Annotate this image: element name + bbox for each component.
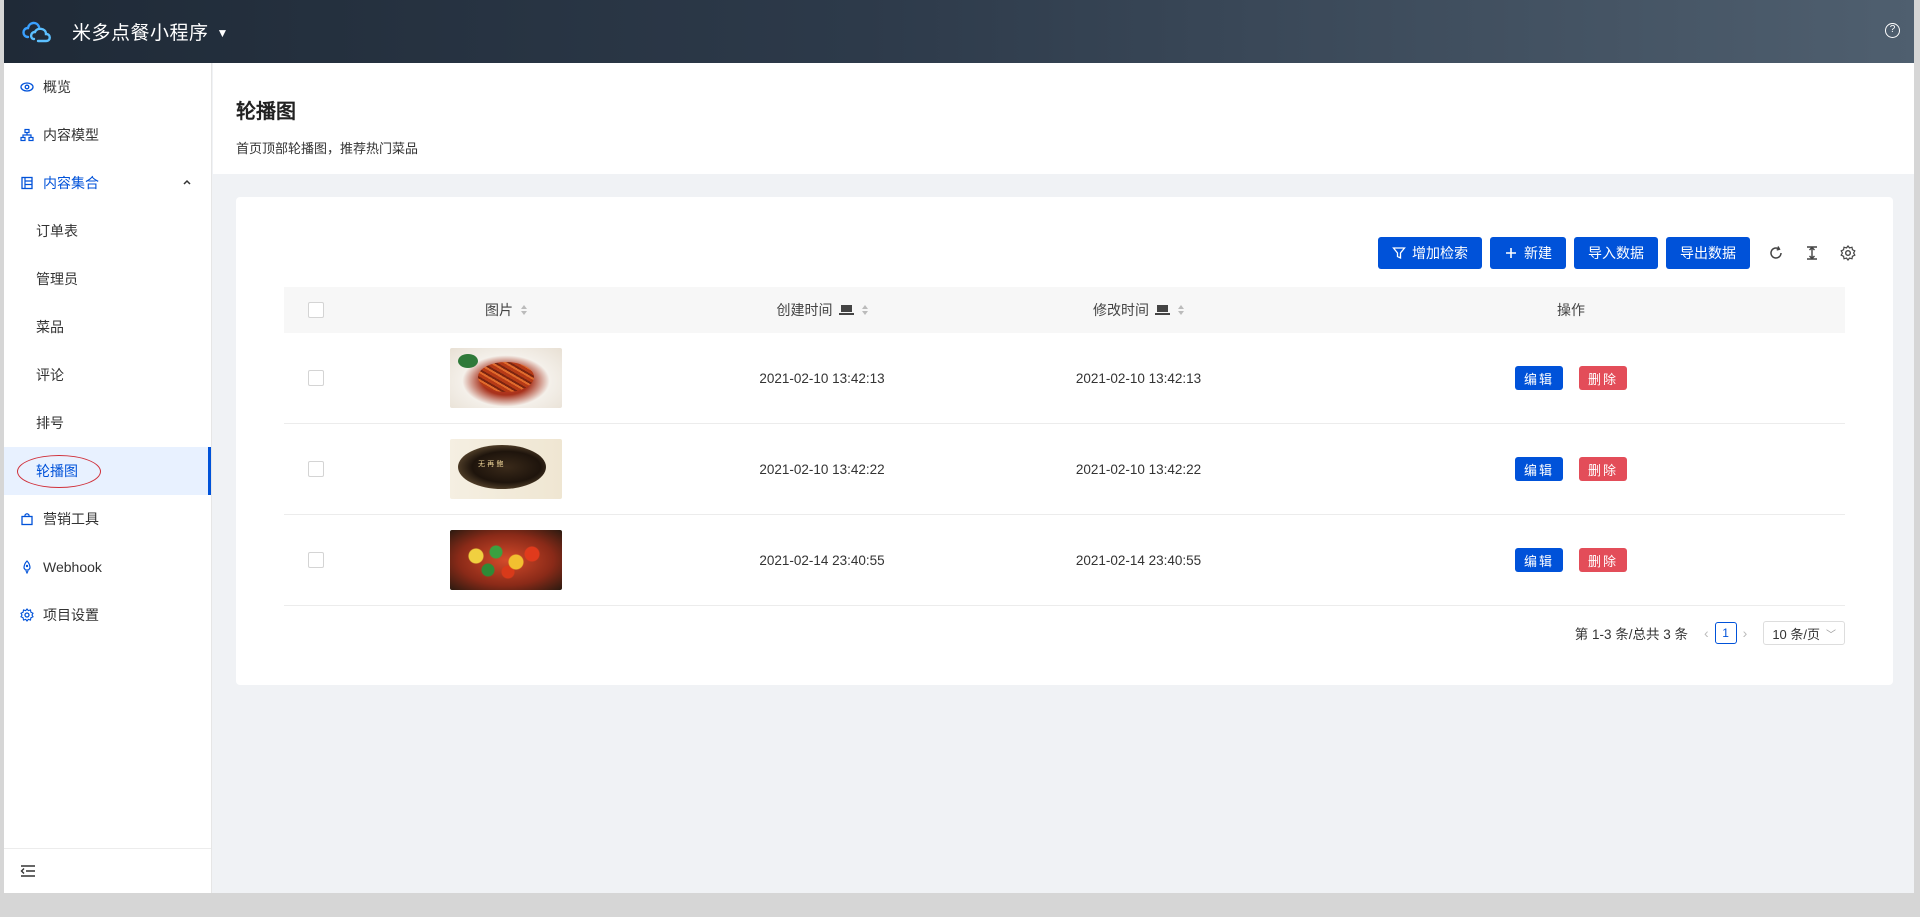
page-header: 轮播图 首页顶部轮播图，推荐热门菜品 [213, 63, 1914, 174]
edit-button[interactable]: 编辑 [1514, 366, 1563, 390]
sidebar-item-marketing[interactable]: 营销工具 [4, 495, 211, 543]
column-header-modified[interactable]: 修改时间 [1093, 300, 1149, 320]
export-label: 导出数据 [1680, 245, 1736, 261]
add-filter-label: 增加检索 [1412, 245, 1468, 261]
create-button[interactable]: 新建 [1490, 237, 1566, 269]
edit-button[interactable]: 编辑 [1514, 457, 1563, 481]
table-toolbar: 增加检索 新建 导入数据 导出数据 [1370, 237, 1858, 269]
created-time-cell: 2021-02-10 13:42:22 [759, 461, 885, 477]
delete-button[interactable]: 删除 [1579, 457, 1628, 481]
sidebar-item-orders[interactable]: 订单表 [4, 207, 211, 255]
sidebar-item-webhook[interactable]: Webhook [4, 543, 211, 591]
sidebar-item-carousel[interactable]: 轮播图 [4, 447, 211, 495]
import-data-button[interactable]: 导入数据 [1574, 237, 1658, 269]
column-header-actions: 操作 [1557, 302, 1585, 318]
create-label: 新建 [1524, 245, 1552, 261]
page-title: 轮播图 [236, 101, 296, 123]
dish-image-thumbnail[interactable] [450, 439, 562, 499]
filter-icon [1392, 246, 1406, 260]
data-table: 图片 创建时间 修改时间 操作 2021-02-10 13:42:13 2021… [284, 287, 1845, 606]
sort-icon[interactable] [861, 305, 868, 315]
settings-icon[interactable] [1838, 243, 1858, 263]
sidebar-item-overview[interactable]: 概览 [4, 63, 211, 111]
cloud-logo-icon[interactable] [20, 15, 54, 49]
chevron-left-icon[interactable]: ‹ [1704, 625, 1709, 641]
sidebar: 概览 内容模型 内容集合 订单表 管理员 菜品 评论 排号 轮播图 营销工具 W… [4, 63, 212, 893]
table-header: 图片 创建时间 修改时间 操作 [284, 287, 1845, 333]
sidebar-item-content-collection[interactable]: 内容集合 [4, 159, 211, 207]
sidebar-item-label: 排号 [36, 415, 64, 431]
app-window: 米多点餐小程序 ▼ ? 概览 内容模型 内容集合 订单表 管理员 菜品 评论 排… [4, 0, 1914, 893]
modified-time-cell: 2021-02-14 23:40:55 [1075, 552, 1202, 568]
sidebar-item-comments[interactable]: 评论 [4, 351, 211, 399]
page-size-select[interactable]: 10 条/页 ﹀ [1763, 621, 1845, 645]
content-card: 增加检索 新建 导入数据 导出数据 图片 创建时间 修改时间 操作 2021-0… [236, 197, 1893, 685]
select-all-checkbox[interactable] [308, 302, 324, 318]
collapse-menu-icon[interactable] [20, 864, 36, 878]
rocket-icon [20, 560, 34, 574]
sort-icon[interactable] [521, 305, 527, 315]
column-header-created[interactable]: 创建时间 [777, 300, 833, 320]
edit-button[interactable]: 编辑 [1514, 548, 1563, 572]
export-data-button[interactable]: 导出数据 [1666, 237, 1750, 269]
sidebar-footer [4, 848, 211, 893]
bag-icon [20, 512, 34, 526]
sidebar-item-label: 内容集合 [43, 175, 99, 191]
row-checkbox[interactable] [308, 370, 324, 386]
column-header-image[interactable]: 图片 [485, 300, 513, 320]
help-icon[interactable]: ? [1885, 23, 1900, 38]
sidebar-item-label: 评论 [36, 367, 64, 383]
chevron-right-icon[interactable]: › [1743, 625, 1748, 641]
sidebar-item-label: 内容模型 [43, 127, 99, 143]
sidebar-item-project-settings[interactable]: 项目设置 [4, 591, 211, 639]
plus-icon [1504, 246, 1518, 260]
chevron-down-icon[interactable]: ▼ [217, 26, 229, 40]
top-bar: 米多点餐小程序 ▼ ? [4, 0, 1914, 63]
sidebar-item-label: 订单表 [36, 223, 78, 239]
table-row: 2021-02-10 13:42:22 2021-02-10 13:42:22 … [284, 424, 1845, 515]
model-icon [20, 128, 34, 142]
add-filter-button[interactable]: 增加检索 [1378, 237, 1482, 269]
page-size-value: 10 条/页 [1772, 626, 1820, 642]
app-title[interactable]: 米多点餐小程序 [72, 18, 209, 45]
import-label: 导入数据 [1588, 245, 1644, 261]
refresh-icon[interactable] [1766, 243, 1786, 263]
sidebar-item-content-model[interactable]: 内容模型 [4, 111, 211, 159]
delete-button[interactable]: 删除 [1579, 548, 1628, 572]
sidebar-item-admins[interactable]: 管理员 [4, 255, 211, 303]
collection-icon [20, 176, 34, 190]
column-height-icon[interactable] [1802, 243, 1822, 263]
pagination-summary: 第 1-3 条/总共 3 条 [1574, 627, 1688, 642]
table-row: 2021-02-10 13:42:13 2021-02-10 13:42:13 … [284, 333, 1845, 424]
sidebar-item-dishes[interactable]: 菜品 [4, 303, 211, 351]
chevron-down-icon: ﹀ [1826, 629, 1836, 641]
gear-icon [20, 608, 34, 622]
page-description: 首页顶部轮播图，推荐热门菜品 [236, 141, 419, 156]
created-time-cell: 2021-02-14 23:40:55 [759, 552, 885, 568]
dish-image-thumbnail[interactable] [450, 348, 562, 408]
sidebar-item-label: 项目设置 [43, 607, 99, 623]
sidebar-item-label: 轮播图 [36, 463, 78, 479]
pagination: 第 1-3 条/总共 3 条 ‹ 1 › 10 条/页 ﹀ [1575, 621, 1845, 645]
table-row: 2021-02-14 23:40:55 2021-02-14 23:40:55 … [284, 515, 1845, 606]
chevron-up-icon[interactable] [181, 176, 193, 188]
sidebar-item-label: Webhook [43, 559, 102, 575]
sidebar-item-queue[interactable]: 排号 [4, 399, 211, 447]
modified-time-cell: 2021-02-10 13:42:22 [1075, 461, 1202, 477]
created-time-cell: 2021-02-10 13:42:13 [759, 370, 885, 386]
eye-icon [20, 80, 34, 94]
sidebar-item-label: 概览 [43, 79, 71, 95]
modified-time-cell: 2021-02-10 13:42:13 [1075, 370, 1202, 386]
delete-button[interactable]: 删除 [1579, 366, 1628, 390]
row-checkbox[interactable] [308, 461, 324, 477]
sort-icon[interactable] [1178, 305, 1184, 315]
laptop-icon [1155, 304, 1170, 316]
row-checkbox[interactable] [308, 552, 324, 568]
sidebar-item-label: 营销工具 [43, 511, 99, 527]
sidebar-item-label: 菜品 [36, 319, 64, 335]
laptop-icon [838, 304, 854, 316]
page-number-button[interactable]: 1 [1714, 622, 1737, 644]
dish-image-thumbnail[interactable] [450, 530, 562, 590]
sidebar-item-label: 管理员 [36, 271, 78, 287]
